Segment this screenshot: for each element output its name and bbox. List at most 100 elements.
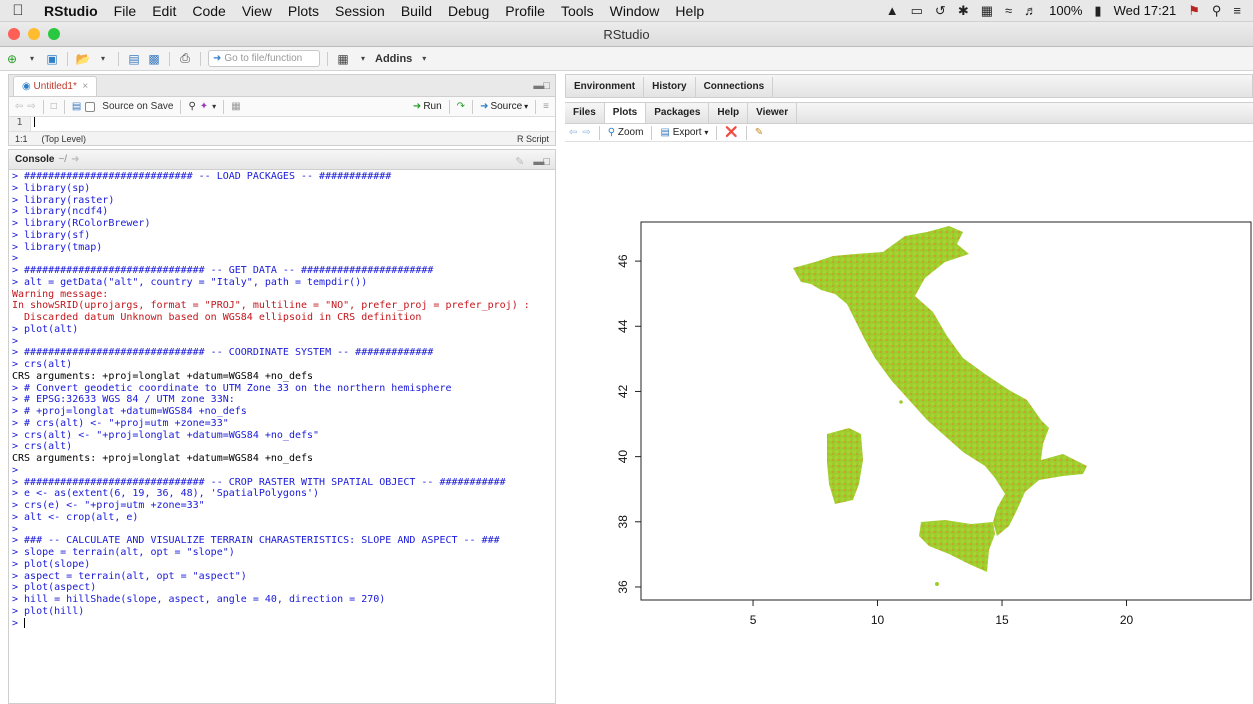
apple-icon[interactable]:  [0, 2, 36, 19]
pane-maximize-icon[interactable]: ✎ ▬□ [515, 155, 550, 168]
tab-help[interactable]: Help [709, 103, 749, 123]
clear-plots-icon[interactable]: ✎ [755, 127, 763, 138]
source-on-save-label: Source on Save [102, 101, 174, 112]
keyboard-icon[interactable]: ▦ [981, 3, 993, 19]
tab-files[interactable]: Files [565, 103, 605, 123]
toolbar-separator [651, 125, 653, 140]
toolbar-separator [598, 125, 600, 140]
console-line: > crs(alt) [12, 359, 73, 370]
open-dropdown-icon[interactable]: ▾ [95, 50, 111, 68]
scope-selector[interactable]: (Top Level) [42, 134, 87, 144]
spotlight-icon[interactable]: ⚲ [1212, 3, 1222, 19]
save-icon[interactable]: ▤ [72, 101, 81, 112]
console-line: In showSRID(uprojargs, format = "PROJ", … [12, 300, 530, 312]
code-tools-dropdown-icon[interactable]: ▾ [212, 102, 216, 111]
workspace-panes-icon[interactable]: ▦ [335, 50, 351, 68]
console-line: > ############################ -- LOAD P… [12, 171, 392, 182]
airplay-icon[interactable]: ▭ [911, 3, 923, 19]
source-button[interactable]: ➜ Source ▾ [480, 101, 528, 112]
clock[interactable]: Wed 17:21 [1114, 3, 1177, 18]
panes-dropdown-icon[interactable]: ▾ [355, 50, 371, 68]
code-tools-icon[interactable]: ✦ [200, 101, 208, 112]
console-line: > library(sf) [12, 229, 91, 241]
zoom-icon: ⚲ [607, 127, 616, 138]
menu-session[interactable]: Session [327, 3, 393, 19]
zoom-label: Zoom [617, 127, 644, 138]
console-goto-dir-icon[interactable]: ➜ [71, 154, 79, 165]
zoom-button[interactable]: ⚲ Zoom [608, 127, 644, 138]
console-line: > alt <- crop(alt, e) [12, 511, 139, 523]
menu-help[interactable]: Help [667, 3, 712, 19]
console-prompt[interactable]: > [12, 617, 555, 630]
battery-percent[interactable]: 100% [1049, 3, 1082, 18]
console-path: ~/ [58, 154, 68, 165]
time-machine-icon[interactable]: ↺ [935, 3, 946, 19]
menu-view[interactable]: View [234, 3, 280, 19]
tab-history[interactable]: History [644, 77, 696, 97]
forward-icon[interactable]: ⇨ [27, 101, 35, 112]
menu-app-name[interactable]: RStudio [36, 3, 106, 19]
goto-file-function-input[interactable]: ➜ Go to file/function [208, 50, 320, 67]
save-all-icon[interactable]: ▩ [146, 50, 162, 68]
tab-packages[interactable]: Packages [646, 103, 710, 123]
addins-dropdown-icon[interactable]: ▾ [416, 50, 432, 68]
previous-plot-icon[interactable]: ⇦ [569, 127, 577, 138]
tab-environment[interactable]: Environment [566, 77, 645, 97]
find-icon[interactable]: ⚲ [188, 101, 195, 112]
menu-window[interactable]: Window [602, 3, 668, 19]
file-type-selector[interactable]: R Script [517, 134, 555, 144]
y-tick-label: 40 [616, 450, 630, 464]
save-icon[interactable]: ▤ [126, 50, 142, 68]
open-file-icon[interactable]: 📂 [75, 50, 91, 68]
new-project-icon[interactable]: ▣ [44, 50, 60, 68]
print-icon[interactable]: ⎙ [177, 50, 193, 68]
show-in-window-icon[interactable]: □ [51, 101, 57, 112]
battery-icon[interactable]: ▮ [1094, 3, 1101, 19]
back-icon[interactable]: ⇦ [15, 101, 23, 112]
tab-untitled1[interactable]: ◉ Untitled1* × [13, 76, 98, 96]
source-toolbar: ⇦ ⇨ □ ▤ Source on Save ⚲ ✦ ▾ ▦ ➜ Run ↷ ➜… [9, 97, 555, 117]
export-icon: ▤ [660, 127, 670, 138]
menu-plots[interactable]: Plots [280, 3, 327, 19]
close-tab-icon[interactable]: × [80, 81, 88, 92]
plots-toolbar: ⇦ ⇨ ⚲ Zoom ▤ Export ▾ ❌ ✎ [565, 124, 1253, 142]
console-title: Console [15, 154, 55, 165]
menu-tools[interactable]: Tools [553, 3, 602, 19]
menu-file[interactable]: File [106, 3, 145, 19]
document-outline-icon[interactable]: ≡ [543, 101, 555, 112]
new-file-icon[interactable]: ⊕ [4, 50, 20, 68]
run-button[interactable]: ➜ Run [413, 101, 442, 112]
new-file-dropdown-icon[interactable]: ▾ [24, 50, 40, 68]
bluetooth-icon[interactable]: ✱ [958, 3, 969, 19]
remove-plot-icon[interactable]: ❌ [725, 127, 737, 138]
menu-build[interactable]: Build [393, 3, 440, 19]
window-title-bar: RStudio [0, 22, 1253, 47]
tab-connections[interactable]: Connections [696, 77, 774, 97]
clear-console-icon[interactable]: ✎ [515, 156, 524, 168]
tab-viewer[interactable]: Viewer [748, 103, 798, 123]
y-tick-label: 44 [616, 319, 630, 333]
compile-report-icon[interactable]: ▦ [231, 101, 240, 112]
menu-profile[interactable]: Profile [497, 3, 553, 19]
next-plot-icon[interactable]: ⇨ [582, 127, 590, 138]
menu-edit[interactable]: Edit [144, 3, 184, 19]
console-line: > ############################## -- GET … [12, 265, 434, 276]
menu-debug[interactable]: Debug [440, 3, 497, 19]
y-tick-label: 36 [616, 580, 630, 594]
source-on-save-checkbox[interactable] [85, 101, 96, 112]
export-button[interactable]: ▤ Export ▾ [660, 127, 708, 138]
source-dropdown-icon[interactable]: ▾ [524, 102, 528, 111]
flag-icon[interactable]: ⚑ [1188, 3, 1200, 19]
wifi-icon[interactable]: ≈ [1005, 3, 1012, 18]
rerun-icon[interactable]: ↷ [457, 101, 465, 112]
console-output[interactable]: > ############################ -- LOAD P… [9, 170, 555, 629]
tab-plots[interactable]: Plots [604, 103, 647, 123]
pane-maximize-icon[interactable]: ▬□ [533, 80, 550, 92]
code-editor[interactable]: 1 [9, 117, 555, 131]
addins-button[interactable]: Addins [375, 53, 412, 65]
volume-icon[interactable]: ♬ [1024, 3, 1037, 18]
menu-code[interactable]: Code [184, 3, 233, 19]
notification-center-icon[interactable]: ≡ [1233, 3, 1241, 18]
menu-bar:  RStudio File Edit Code View Plots Sess… [0, 0, 1253, 22]
vlc-icon[interactable]: ▲ [886, 3, 899, 18]
